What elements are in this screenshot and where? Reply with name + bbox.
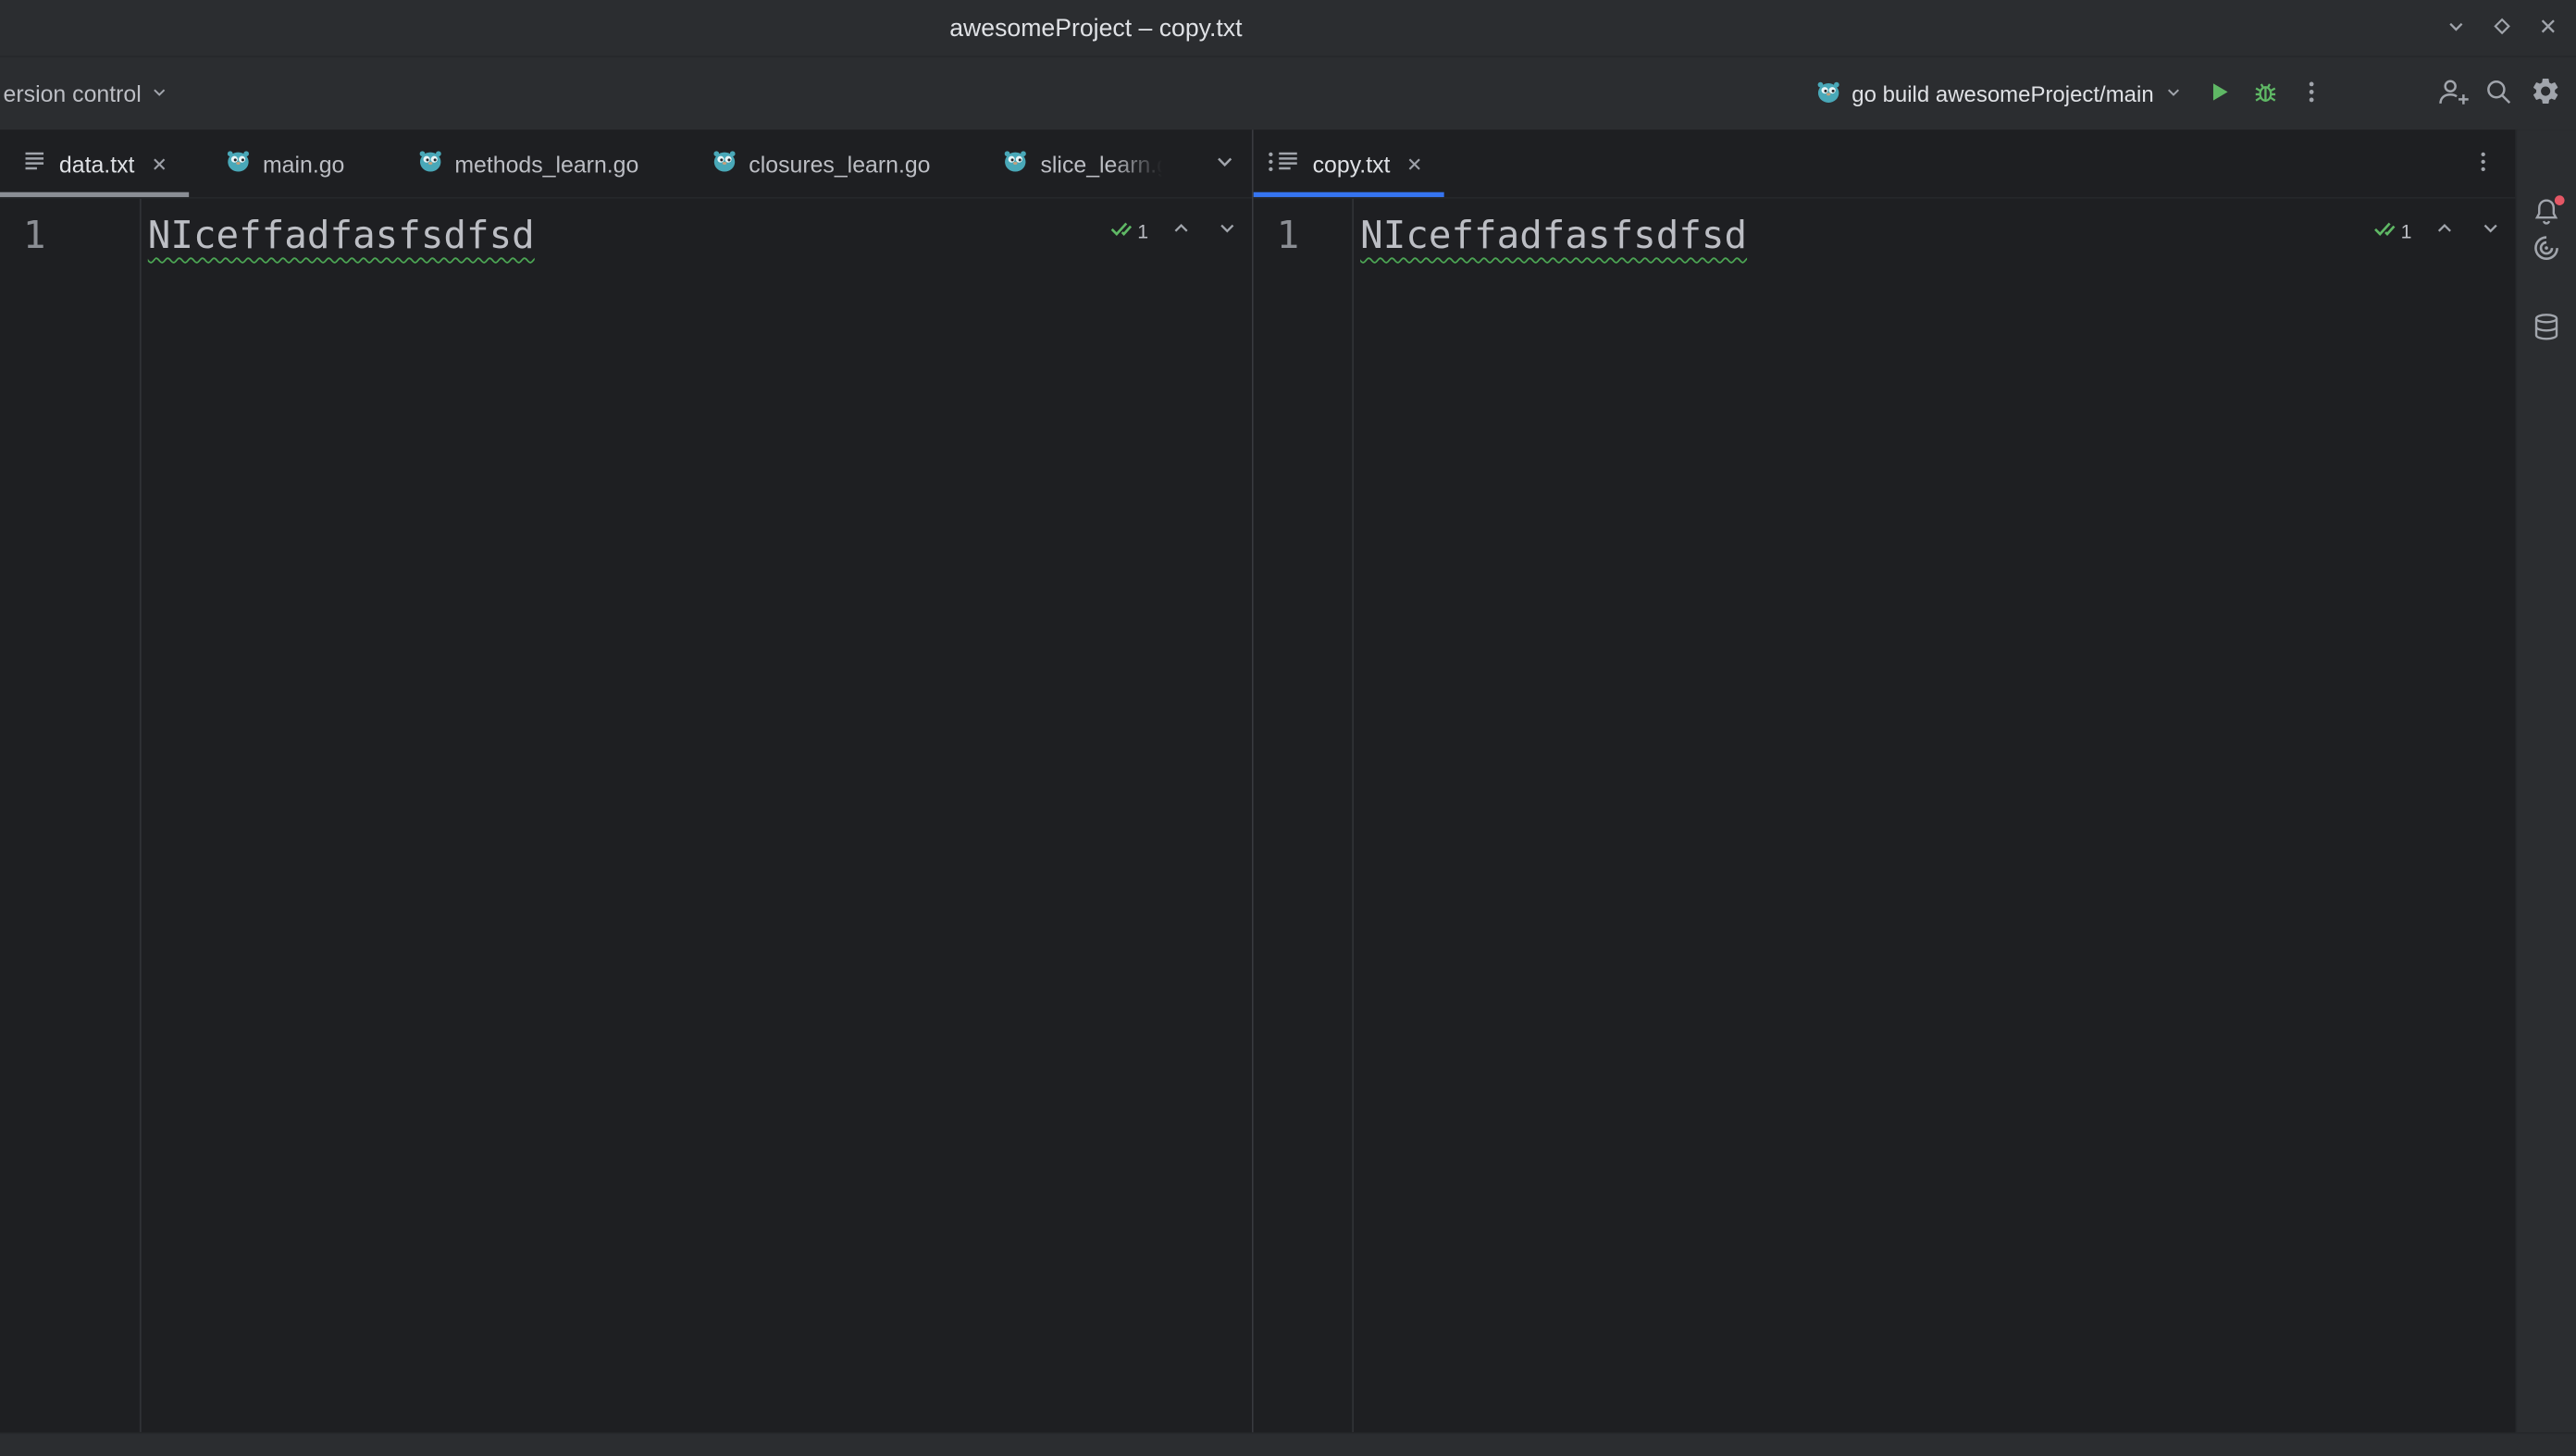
main-toolbar: ersion control go build awesomeProject/m… (0, 56, 2576, 130)
go-file-icon (225, 148, 251, 179)
notifications-button[interactable] (2525, 197, 2568, 230)
search-icon (2484, 77, 2514, 111)
inspections-ok-check-icon (1109, 216, 1133, 244)
right-toolwindow-stripe (2515, 130, 2576, 1432)
run-button[interactable] (2197, 70, 2243, 117)
tab-closures-learn-go[interactable]: closures_learn.go (675, 130, 966, 197)
diamond-icon (2491, 14, 2514, 42)
add-user-icon (2436, 77, 2470, 111)
chevron-down-icon (2479, 216, 2502, 244)
window-title: awesomeProject – copy.txt (949, 0, 1242, 56)
search-button[interactable] (2476, 70, 2522, 117)
more-actions-button[interactable] (2288, 70, 2334, 117)
text-file-icon (1275, 148, 1301, 179)
code-line[interactable]: NIceffadfasfsdfsd (1360, 214, 1747, 260)
next-problem-button[interactable] (1214, 217, 1240, 243)
editor-tabs-right: copy.txt (1254, 130, 2516, 199)
main-content: data.txt main.go (0, 130, 2576, 1432)
vcs-widget-label: ersion control (4, 80, 142, 106)
add-user-button[interactable] (2430, 70, 2476, 117)
settings-button[interactable] (2521, 70, 2568, 117)
tab-close-button[interactable] (151, 155, 167, 172)
editor-right[interactable]: 1 NIceffadfasfsdfsd 1 (1254, 199, 2516, 1432)
prev-problem-button[interactable] (2432, 217, 2458, 243)
tab-methods-learn-go[interactable]: methods_learn.go (380, 130, 675, 197)
tab-actions-right (2462, 130, 2502, 197)
tab-copy-txt[interactable]: copy.txt (1254, 130, 1444, 197)
status-bar (0, 1432, 2576, 1456)
editor-gutter: 1 (1254, 199, 1354, 1432)
maximize-button[interactable] (2481, 6, 2523, 49)
toolbar-right-group: go build awesomeProject/main (1815, 70, 2568, 117)
editor-pane-right: copy.txt 1 (1254, 130, 2516, 1432)
next-problem-button[interactable] (2477, 217, 2503, 243)
inspections-count: 1 (2401, 219, 2412, 242)
inspections-ok-button[interactable]: 1 (1109, 216, 1148, 244)
chevron-down-icon (2163, 81, 2183, 106)
editor-tabs-left: data.txt main.go (0, 130, 1252, 199)
inspections-ok-check-icon (2372, 216, 2396, 244)
close-icon (2536, 14, 2559, 42)
chevron-down-icon (2445, 14, 2468, 42)
kebab-menu-icon (2470, 149, 2495, 179)
tab-data-txt[interactable]: data.txt (0, 130, 189, 197)
code-line[interactable]: NIceffadfasfsdfsd (148, 214, 535, 260)
prev-problem-button[interactable] (1168, 217, 1194, 243)
title-bar: awesomeProject – copy.txt (0, 0, 2576, 56)
go-gopher-icon (1815, 78, 1841, 109)
text-file-icon (21, 148, 47, 179)
chevron-down-icon (150, 80, 169, 106)
database-button[interactable] (2525, 312, 2568, 345)
editor-gutter: 1 (0, 199, 142, 1432)
editor-split-area: data.txt main.go (0, 130, 2515, 1432)
ai-assistant-button[interactable] (2525, 233, 2568, 266)
run-play-icon (2207, 78, 2233, 109)
gear-icon (2529, 76, 2560, 112)
tab-main-go[interactable]: main.go (189, 130, 380, 197)
tab-label: main.go (263, 150, 344, 176)
window-controls (2434, 0, 2570, 56)
ai-assistant-icon (2532, 232, 2561, 266)
chevron-down-icon (1216, 216, 1239, 244)
tab-close-button[interactable] (1406, 155, 1423, 172)
tab-label: copy.txt (1313, 150, 1391, 176)
inspections-ok-button[interactable]: 1 (2372, 216, 2411, 244)
debug-button[interactable] (2243, 70, 2289, 117)
minimize-button[interactable] (2434, 6, 2477, 49)
debug-bug-icon (2252, 78, 2278, 109)
run-configuration-selector[interactable]: go build awesomeProject/main (1815, 78, 2183, 109)
tab-slice-learn-go[interactable]: slice_learn.g (967, 130, 1202, 197)
close-button[interactable] (2527, 6, 2570, 49)
vcs-widget[interactable]: ersion control (0, 80, 169, 106)
editor-left[interactable]: 1 NIceffadfasfsdfsd 1 (0, 199, 1252, 1432)
database-icon (2532, 311, 2561, 345)
inspections-widget: 1 (2372, 216, 2503, 244)
ide-window: awesomeProject – copy.txt ersion control (0, 0, 2576, 1456)
inspections-widget: 1 (1109, 216, 1240, 244)
show-hidden-tabs-button[interactable] (1205, 143, 1245, 183)
tab-label: methods_learn.go (454, 150, 638, 176)
line-number: 1 (23, 214, 46, 260)
kebab-menu-icon (2298, 78, 2324, 109)
chevron-up-icon (1170, 216, 1193, 244)
chevron-up-icon (2434, 216, 2457, 244)
editor-pane-left: data.txt main.go (0, 130, 1252, 1432)
line-number: 1 (1277, 214, 1300, 260)
notification-badge-dot (2555, 195, 2565, 205)
go-file-icon (711, 148, 737, 179)
tab-label: data.txt (59, 150, 135, 176)
go-file-icon (417, 148, 443, 179)
inspections-count: 1 (1137, 219, 1148, 242)
go-file-icon (1003, 148, 1029, 179)
run-configuration-label: go build awesomeProject/main (1852, 81, 2153, 106)
tab-options-button[interactable] (2462, 143, 2502, 183)
tab-label: closures_learn.go (749, 150, 930, 176)
chevron-down-icon (1212, 149, 1237, 179)
tab-label: slice_learn.g (1040, 150, 1165, 176)
